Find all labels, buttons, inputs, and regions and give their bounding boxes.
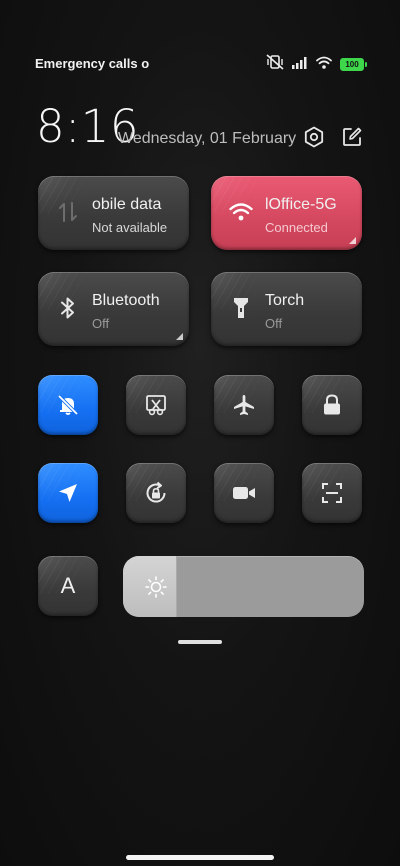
signal-icon bbox=[292, 56, 308, 74]
wifi-status: Connected bbox=[265, 220, 328, 235]
brightness-slider[interactable] bbox=[123, 556, 364, 617]
scanner-toggle[interactable] bbox=[302, 463, 362, 523]
scan-icon bbox=[302, 463, 362, 523]
status-bar: Emergency calls o 100 bbox=[0, 52, 400, 74]
rotation-lock-toggle[interactable] bbox=[126, 463, 186, 523]
status-icons: 100 bbox=[266, 54, 367, 75]
wifi-icon bbox=[229, 200, 253, 224]
screen-recorder-toggle[interactable] bbox=[214, 463, 274, 523]
lock-icon bbox=[302, 375, 362, 435]
date: Wednesday, 01 February bbox=[118, 130, 297, 147]
bell-off-icon bbox=[38, 375, 98, 435]
rotation-lock-icon bbox=[126, 463, 186, 523]
battery-icon: 100 bbox=[340, 58, 367, 71]
video-camera-icon bbox=[214, 463, 274, 523]
bluetooth-label: Bluetooth bbox=[92, 292, 160, 309]
edit-icon[interactable] bbox=[339, 124, 365, 150]
wifi-network-name: lOffice-5G bbox=[265, 196, 337, 213]
mobile-data-label: obile data bbox=[92, 196, 162, 213]
wifi-tile[interactable]: lOffice-5G Connected bbox=[211, 176, 362, 250]
lock-screen-toggle[interactable] bbox=[302, 375, 362, 435]
screenshot-scissors-icon bbox=[126, 375, 186, 435]
mobile-data-status: Not available bbox=[92, 220, 168, 235]
brightness-sun-icon bbox=[143, 574, 169, 600]
bluetooth-status: Off bbox=[92, 316, 110, 331]
wifi-status-icon bbox=[316, 56, 332, 74]
torch-label: Torch bbox=[265, 292, 305, 309]
auto-brightness-label: A bbox=[60, 573, 76, 598]
screenshot-toggle[interactable] bbox=[126, 375, 186, 435]
vibrate-off-icon bbox=[266, 54, 284, 75]
page-indicator bbox=[178, 640, 222, 644]
auto-brightness-toggle[interactable]: A bbox=[38, 556, 98, 616]
mobile-data-icon bbox=[56, 200, 80, 224]
torch-icon bbox=[229, 296, 253, 320]
expand-corner-icon bbox=[176, 333, 183, 340]
airplane-icon bbox=[214, 375, 274, 435]
location-arrow-icon bbox=[38, 463, 98, 523]
carrier-text: Emergency calls o bbox=[35, 56, 150, 71]
silent-mode-toggle[interactable] bbox=[38, 375, 98, 435]
settings-gear-icon[interactable] bbox=[301, 124, 327, 150]
expand-corner-icon bbox=[349, 237, 356, 244]
torch-status: Off bbox=[265, 316, 283, 331]
mobile-data-tile[interactable]: obile data Not available bbox=[38, 176, 189, 250]
home-indicator-bar[interactable] bbox=[126, 855, 274, 860]
airplane-mode-toggle[interactable] bbox=[214, 375, 274, 435]
torch-tile[interactable]: Torch Off bbox=[211, 272, 362, 346]
bluetooth-icon bbox=[56, 296, 80, 320]
location-toggle[interactable] bbox=[38, 463, 98, 523]
bluetooth-tile[interactable]: Bluetooth Off bbox=[38, 272, 189, 346]
